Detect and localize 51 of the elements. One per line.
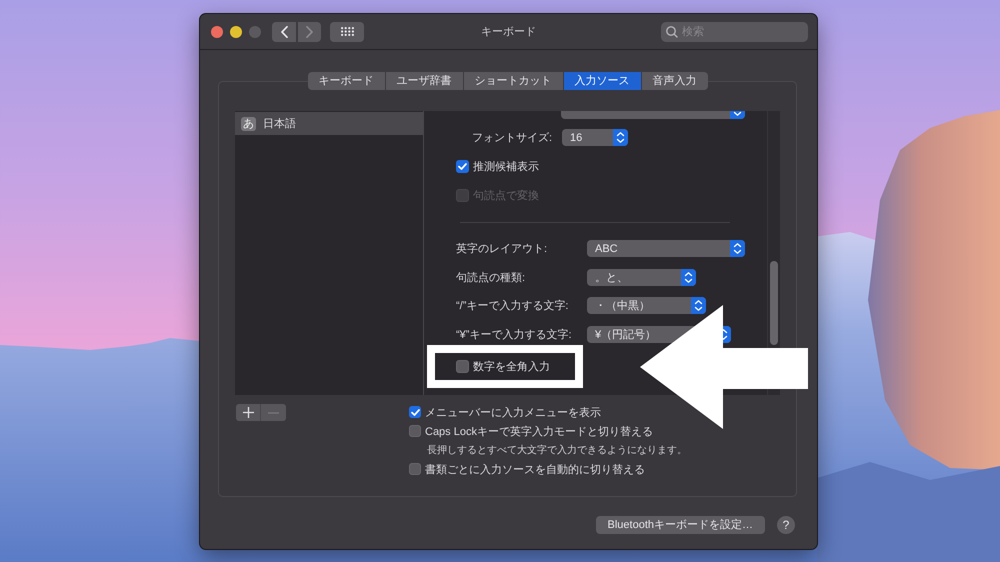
up-down-chevron-icon [723, 326, 731, 343]
show-all-button[interactable] [330, 22, 364, 42]
checkbox-label: 推測候補表示 [473, 160, 539, 174]
checkbox[interactable] [409, 463, 421, 475]
up-down-chevron-icon [681, 268, 696, 286]
add-button[interactable] [236, 404, 261, 421]
checkbox[interactable] [456, 360, 469, 373]
bluetooth-setup-button[interactable]: Bluetoothキーボードを設定… [596, 516, 765, 534]
up-down-chevron-icon [730, 240, 745, 258]
chevron-left-icon [280, 26, 288, 38]
up-down-chevron-icon [691, 297, 706, 314]
setting-label: 句読点の種類: [456, 270, 526, 285]
checkmark-icon [410, 408, 420, 416]
popup-button[interactable]: 16 [562, 129, 628, 146]
back-button[interactable] [272, 22, 296, 42]
help-button[interactable]: ? [777, 516, 795, 534]
checkbox-label: メニューバーに入力メニューを表示 [425, 406, 601, 420]
checkmark-icon [458, 163, 467, 170]
tab[interactable]: ユーザ辞書 [386, 72, 462, 90]
up-down-chevron-icon [613, 129, 628, 146]
search-icon [666, 26, 678, 38]
window-title: キーボード [481, 25, 536, 39]
hint-text: 長押しするとすべて大文字で入力できるようになります。 [427, 444, 687, 457]
list-item[interactable]: あ 日本語 [235, 112, 423, 135]
checkbox-label: 数字を全角入力 [473, 360, 550, 374]
tab[interactable]: キーボード [308, 72, 384, 90]
checkbox[interactable] [409, 425, 421, 437]
grid-icon [340, 27, 354, 36]
minus-icon [268, 412, 279, 414]
minimize-button[interactable] [230, 26, 242, 38]
setting-label: 英字のレイアウト: [456, 242, 548, 256]
checkbox[interactable] [409, 406, 421, 418]
scrollbar-thumb[interactable] [770, 261, 778, 345]
plus-icon [242, 407, 254, 418]
popup-button[interactable]: ・（中黒） [587, 297, 706, 314]
hiragana-icon: あ [241, 116, 256, 130]
checkbox-label: Caps Lockキーで英字入力モードと切り替える [425, 424, 653, 438]
tab[interactable]: 入力ソース [564, 72, 640, 90]
chevron-down-icon [730, 111, 745, 119]
chevron-right-icon [306, 26, 313, 38]
checkbox[interactable] [456, 160, 469, 173]
tab[interactable]: ショートカット [464, 72, 562, 90]
tab[interactable]: 音声入力 [642, 72, 708, 90]
checkbox-label: 句読点で変換 [473, 188, 539, 203]
setting-label: “¥”キーで入力する文字: [456, 328, 572, 342]
setting-label: “/”キーで入力する文字: [456, 298, 570, 314]
close-button[interactable] [211, 26, 223, 38]
popup-button[interactable]: ABC [587, 240, 745, 258]
popup-button[interactable]: 。と、 [587, 268, 696, 286]
checkbox-label: 書類ごとに入力ソースを自動的に切り替える [425, 462, 645, 476]
setting-label: フォントサイズ: [470, 131, 552, 145]
